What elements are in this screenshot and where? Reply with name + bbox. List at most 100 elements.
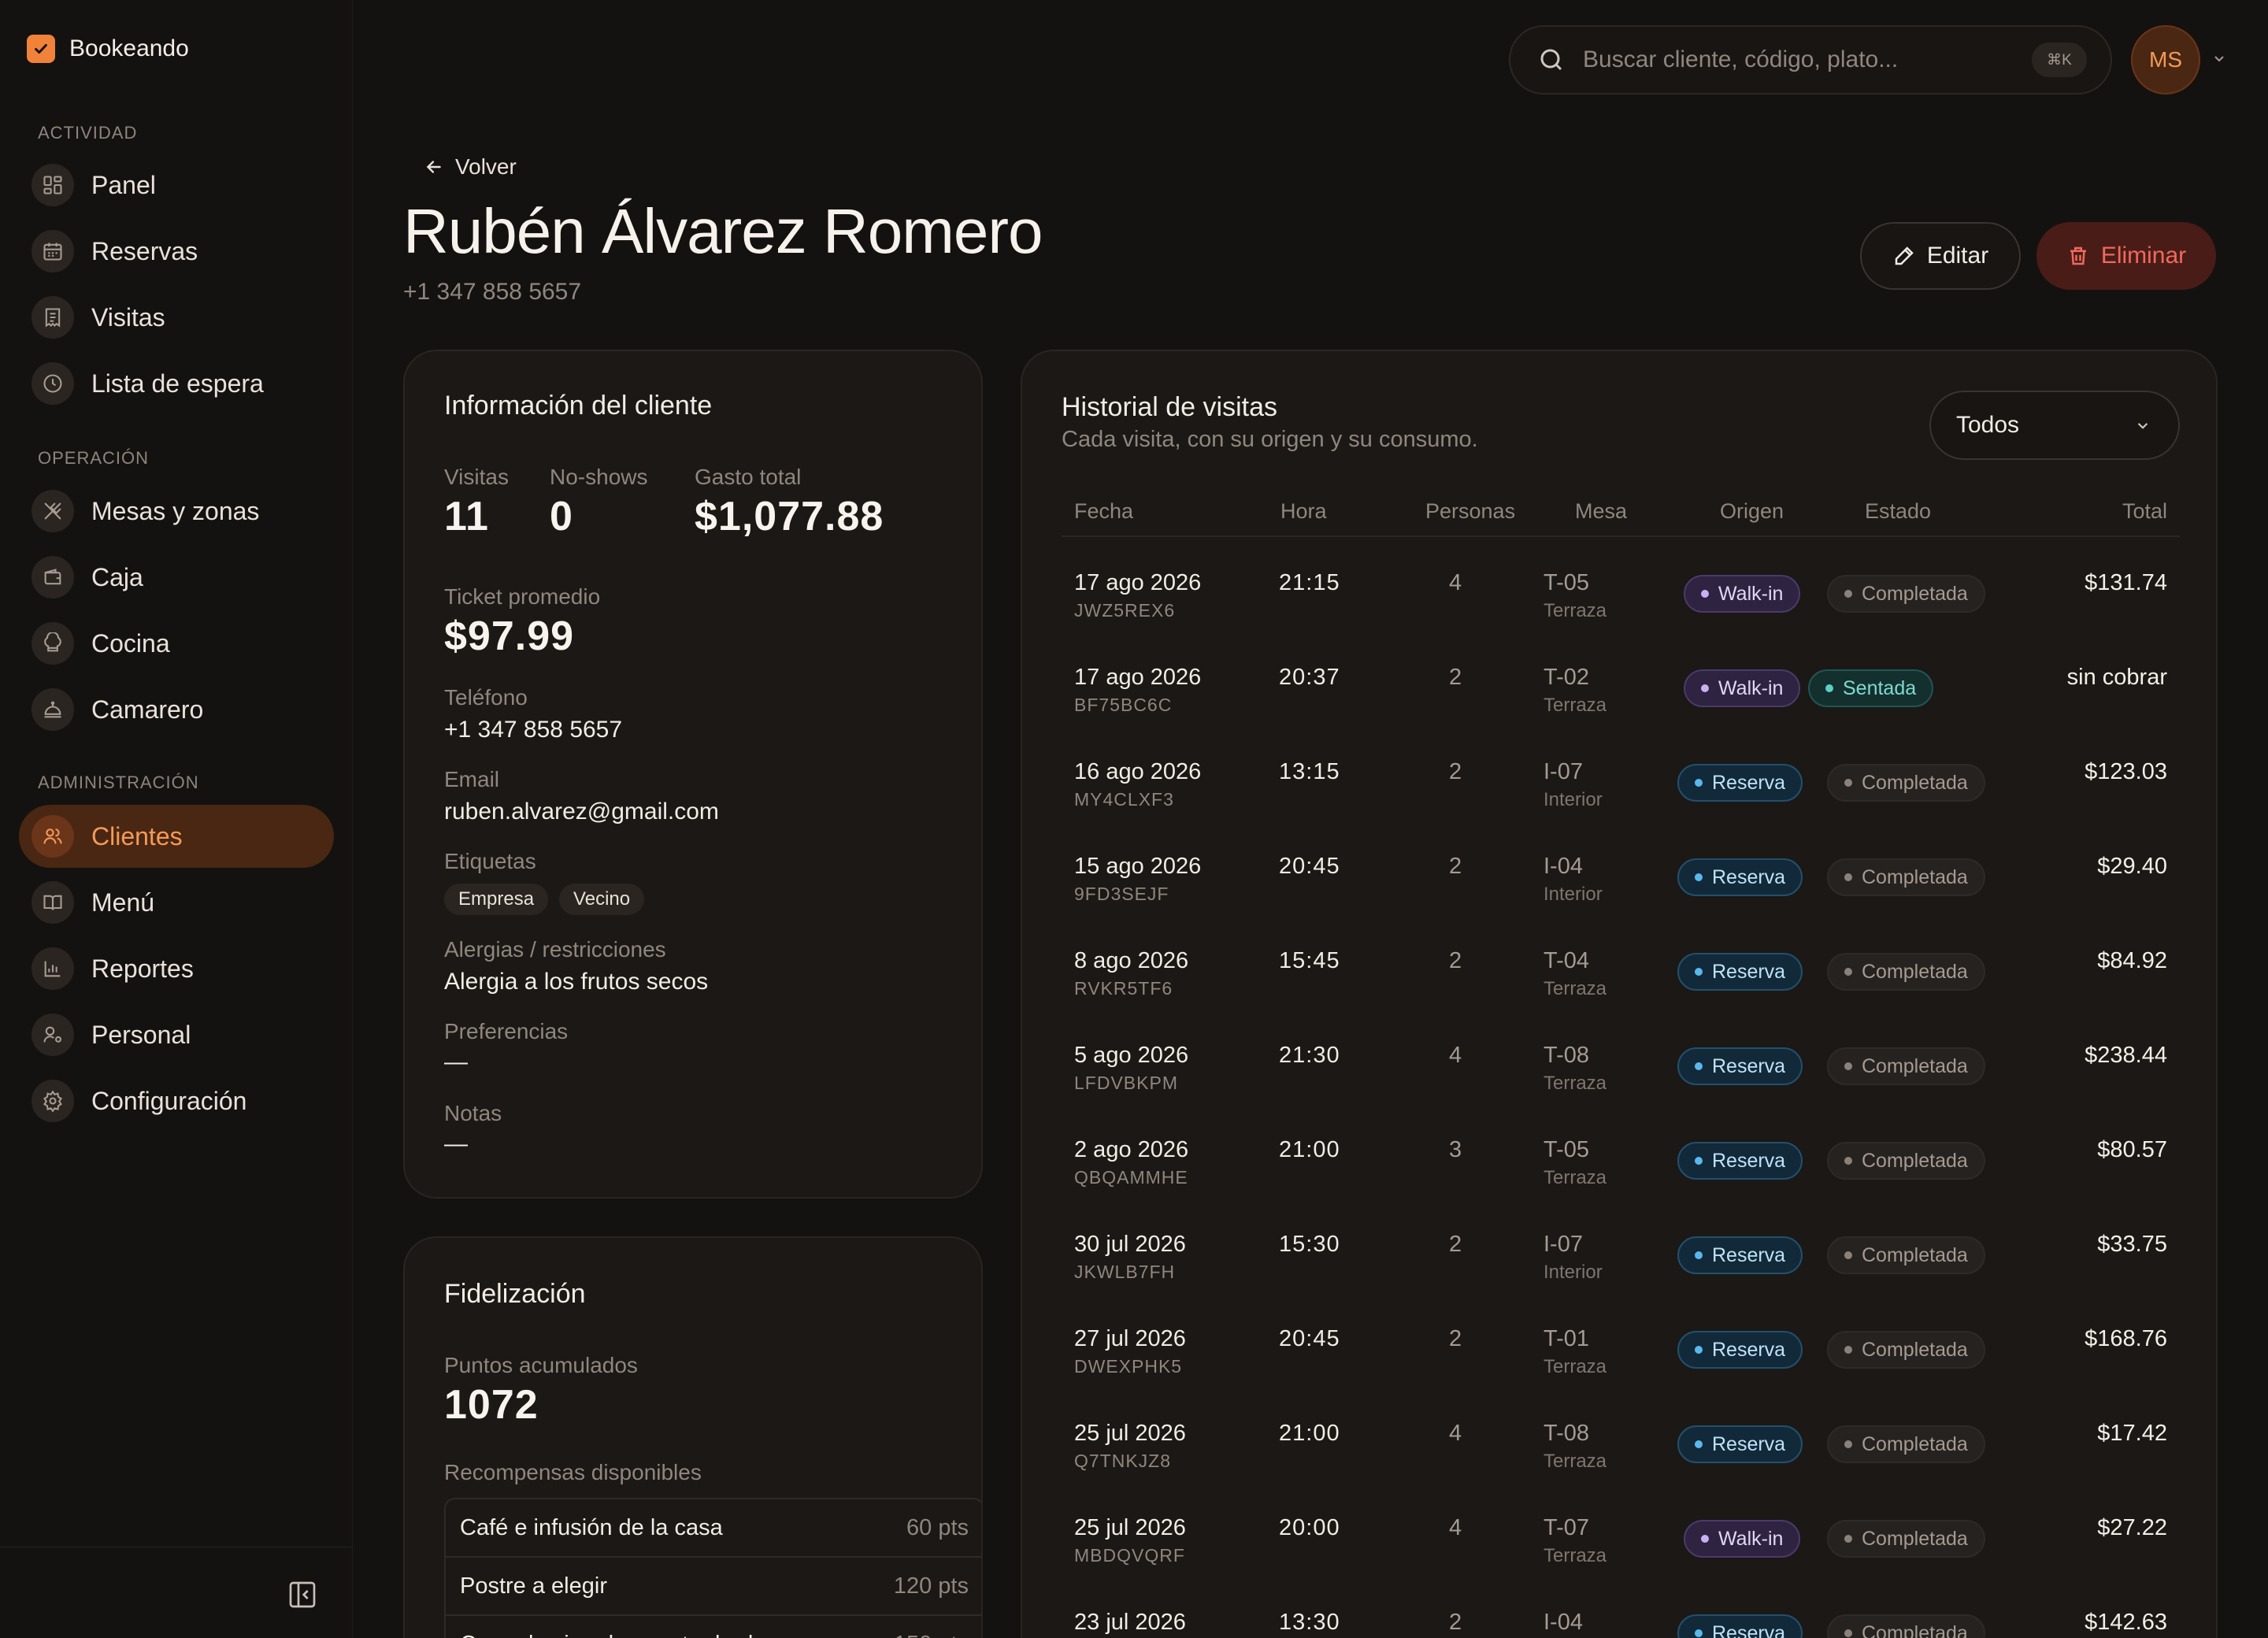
status-dot-icon: [1695, 779, 1703, 787]
visit-date: 23 jul 2026: [1074, 1610, 1186, 1635]
table-row[interactable]: 27 jul 2026 DWEXPHK5 20:45 2 T-01 Terraza Rese…: [1062, 1310, 2180, 1405]
tag-list: Empresa Vecino: [444, 884, 655, 915]
table-row[interactable]: 17 ago 2026 BF75BC6C 20:37 2 T-02 Terraza Walk…: [1062, 649, 2180, 743]
sidebar-item-mesas-y-zonas[interactable]: Mesas y zonas: [19, 480, 334, 543]
visit-total: sin cobrar: [2066, 665, 2167, 690]
table-row[interactable]: 2 ago 2026 QBQAMMHE 21:00 3 T-05 Terraza Reser…: [1062, 1121, 2180, 1216]
visit-code: JKWLB7FH: [1074, 1262, 1176, 1282]
sidebar-item-cocina[interactable]: Cocina: [19, 612, 334, 675]
status-badge: Sentada: [1808, 669, 1934, 707]
search-input[interactable]: Buscar cliente, código, plato...: [1583, 46, 2032, 73]
sidebar-item-menu[interactable]: Menú: [19, 871, 334, 934]
visit-total: $17.42: [2097, 1421, 2167, 1446]
origin-badge-label: Reserva: [1712, 771, 1786, 794]
trash-icon: [2066, 244, 2090, 268]
sidebar-item-lista-de-espera[interactable]: Lista de espera: [19, 352, 334, 415]
sidebar-item-reportes[interactable]: Reportes: [19, 937, 334, 1000]
visit-people: 2: [1449, 1326, 1462, 1351]
status-badge: Completada: [1827, 953, 1985, 991]
column-header: Total: [2122, 499, 2167, 523]
reward-item[interactable]: Copa de vino de nuestra bodega 150 pts: [446, 1616, 981, 1638]
reward-name: Café e infusión de la casa: [460, 1514, 723, 1540]
edit-label: Editar: [1926, 243, 1989, 269]
status-badge-label: Completada: [1862, 1338, 1968, 1361]
brand[interactable]: Bookeando: [27, 35, 189, 63]
table-row[interactable]: 15 ago 2026 9FD3SEJF 20:45 2 I-04 Interior Res…: [1062, 838, 2180, 932]
visit-table: I-07: [1544, 759, 1583, 784]
origin-filter-select[interactable]: Todos: [1929, 391, 2180, 460]
origin-badge-label: Reserva: [1712, 1149, 1786, 1172]
sidebar-item-label: Configuración: [91, 1086, 247, 1115]
sidebar-collapse-icon[interactable]: [287, 1579, 318, 1610]
visit-zone: Interior: [1544, 789, 1603, 810]
visit-code: DWEXPHK5: [1074, 1356, 1183, 1377]
table-row[interactable]: 30 jul 2026 JKWLB7FH 15:30 2 I-07 Interior Res…: [1062, 1216, 2180, 1310]
origin-badge: Reserva: [1677, 1614, 1803, 1638]
delete-button[interactable]: Eliminar: [2036, 222, 2216, 290]
visit-people: 2: [1449, 1232, 1462, 1257]
visit-total: $33.75: [2097, 1232, 2167, 1257]
status-dot-icon: [1695, 1346, 1703, 1354]
cloche-icon: [32, 688, 74, 731]
sidebar-item-configuracion[interactable]: Configuración: [19, 1069, 334, 1132]
sidebar-item-clientes[interactable]: Clientes: [19, 805, 334, 868]
status-badge: Completada: [1827, 1520, 1985, 1558]
sidebar-item-panel[interactable]: Panel: [19, 154, 334, 217]
preferences-label: Preferencias: [444, 1019, 569, 1043]
sidebar-item-reservas[interactable]: Reservas: [19, 220, 334, 283]
loyalty-card: Fidelización Puntos acumulados 1072 Reco…: [403, 1236, 983, 1638]
table-row[interactable]: 8 ago 2026 RVKR5TF6 15:45 2 T-04 Terraza Reser…: [1062, 932, 2180, 1027]
status-badge: Completada: [1827, 1236, 1985, 1274]
status-dot-icon: [1844, 1251, 1852, 1259]
visit-people: 4: [1449, 1043, 1462, 1068]
visit-zone: Terraza: [1544, 978, 1607, 999]
page-subtitle-phone: +1 347 858 5657: [403, 279, 582, 305]
status-dot-icon: [1695, 968, 1703, 976]
status-badge-label: Completada: [1862, 1621, 1968, 1638]
status-badge-label: Completada: [1862, 1527, 1968, 1550]
page-title: Rubén Álvarez Romero: [403, 196, 1043, 266]
visit-code: BF75BC6C: [1074, 695, 1173, 715]
brand-name: Bookeando: [69, 35, 189, 61]
sidebar-item-label: Menú: [91, 888, 155, 917]
stat-value-gasto-total: $1,077.88: [695, 494, 884, 539]
visit-zone: Terraza: [1544, 1356, 1607, 1377]
sidebar-item-caja[interactable]: Caja: [19, 546, 334, 609]
status-dot-icon: [1844, 1062, 1852, 1070]
avatar[interactable]: MS: [2131, 25, 2200, 94]
visit-table: T-04: [1544, 948, 1590, 973]
edit-button[interactable]: Editar: [1860, 222, 2021, 290]
sidebar-item-personal[interactable]: Personal: [19, 1003, 334, 1066]
chevron-down-icon[interactable]: [2210, 49, 2229, 68]
sidebar-item-visitas[interactable]: Visitas: [19, 286, 334, 349]
origin-badge-label: Reserva: [1712, 960, 1786, 983]
table-row[interactable]: 17 ago 2026 JWZ5REX6 21:15 4 T-05 Terraza Walk…: [1062, 554, 2180, 649]
avg-ticket-value: $97.99: [444, 613, 575, 659]
origin-badge-label: Walk-in: [1718, 676, 1784, 699]
status-dot-icon: [1844, 1157, 1852, 1165]
table-row[interactable]: 5 ago 2026 LFDVBKPM 21:30 4 T-08 Terraza Reser…: [1062, 1027, 2180, 1121]
email-label: Email: [444, 767, 500, 791]
sidebar-item-camarero[interactable]: Camarero: [19, 678, 334, 741]
stat-label-gasto-total: Gasto total: [695, 465, 802, 489]
reward-item[interactable]: Café e infusión de la casa 60 pts: [446, 1499, 981, 1558]
reward-name: Copa de vino de nuestra bodega: [460, 1632, 791, 1638]
table-row[interactable]: 23 jul 2026TR27FAPY13:302I-04InteriorRes…: [1062, 1594, 2180, 1638]
visit-date: 25 jul 2026: [1074, 1515, 1186, 1540]
column-header: Personas: [1425, 499, 1516, 523]
reward-item[interactable]: Postre a elegir 120 pts: [446, 1558, 981, 1616]
sidebar-item-label: Visitas: [91, 302, 165, 332]
table-row[interactable]: 16 ago 2026 MY4CLXF3 13:15 2 I-07 Interior Res…: [1062, 743, 2180, 838]
card-title: Información del cliente: [444, 391, 713, 421]
table-row[interactable]: 25 jul 2026 MBDQVQRF 20:00 4 T-07 Terraza Walk…: [1062, 1499, 2180, 1594]
back-link[interactable]: Volver: [424, 154, 517, 180]
visit-date: 17 ago 2026: [1074, 665, 1202, 690]
table-row[interactable]: 25 jul 2026 Q7TNKJZ8 21:00 4 T-08 Terraza Rese…: [1062, 1405, 2180, 1499]
search-bar[interactable]: Buscar cliente, código, plato... ⌘K: [1509, 25, 2112, 94]
visit-zone: Terraza: [1544, 1167, 1607, 1188]
status-badge-label: Completada: [1862, 771, 1968, 794]
visit-time: 21:00: [1279, 1137, 1340, 1162]
status-dot-icon: [1695, 1629, 1703, 1637]
visit-total: $27.22: [2097, 1515, 2167, 1540]
chef-hat-icon: [32, 622, 74, 665]
